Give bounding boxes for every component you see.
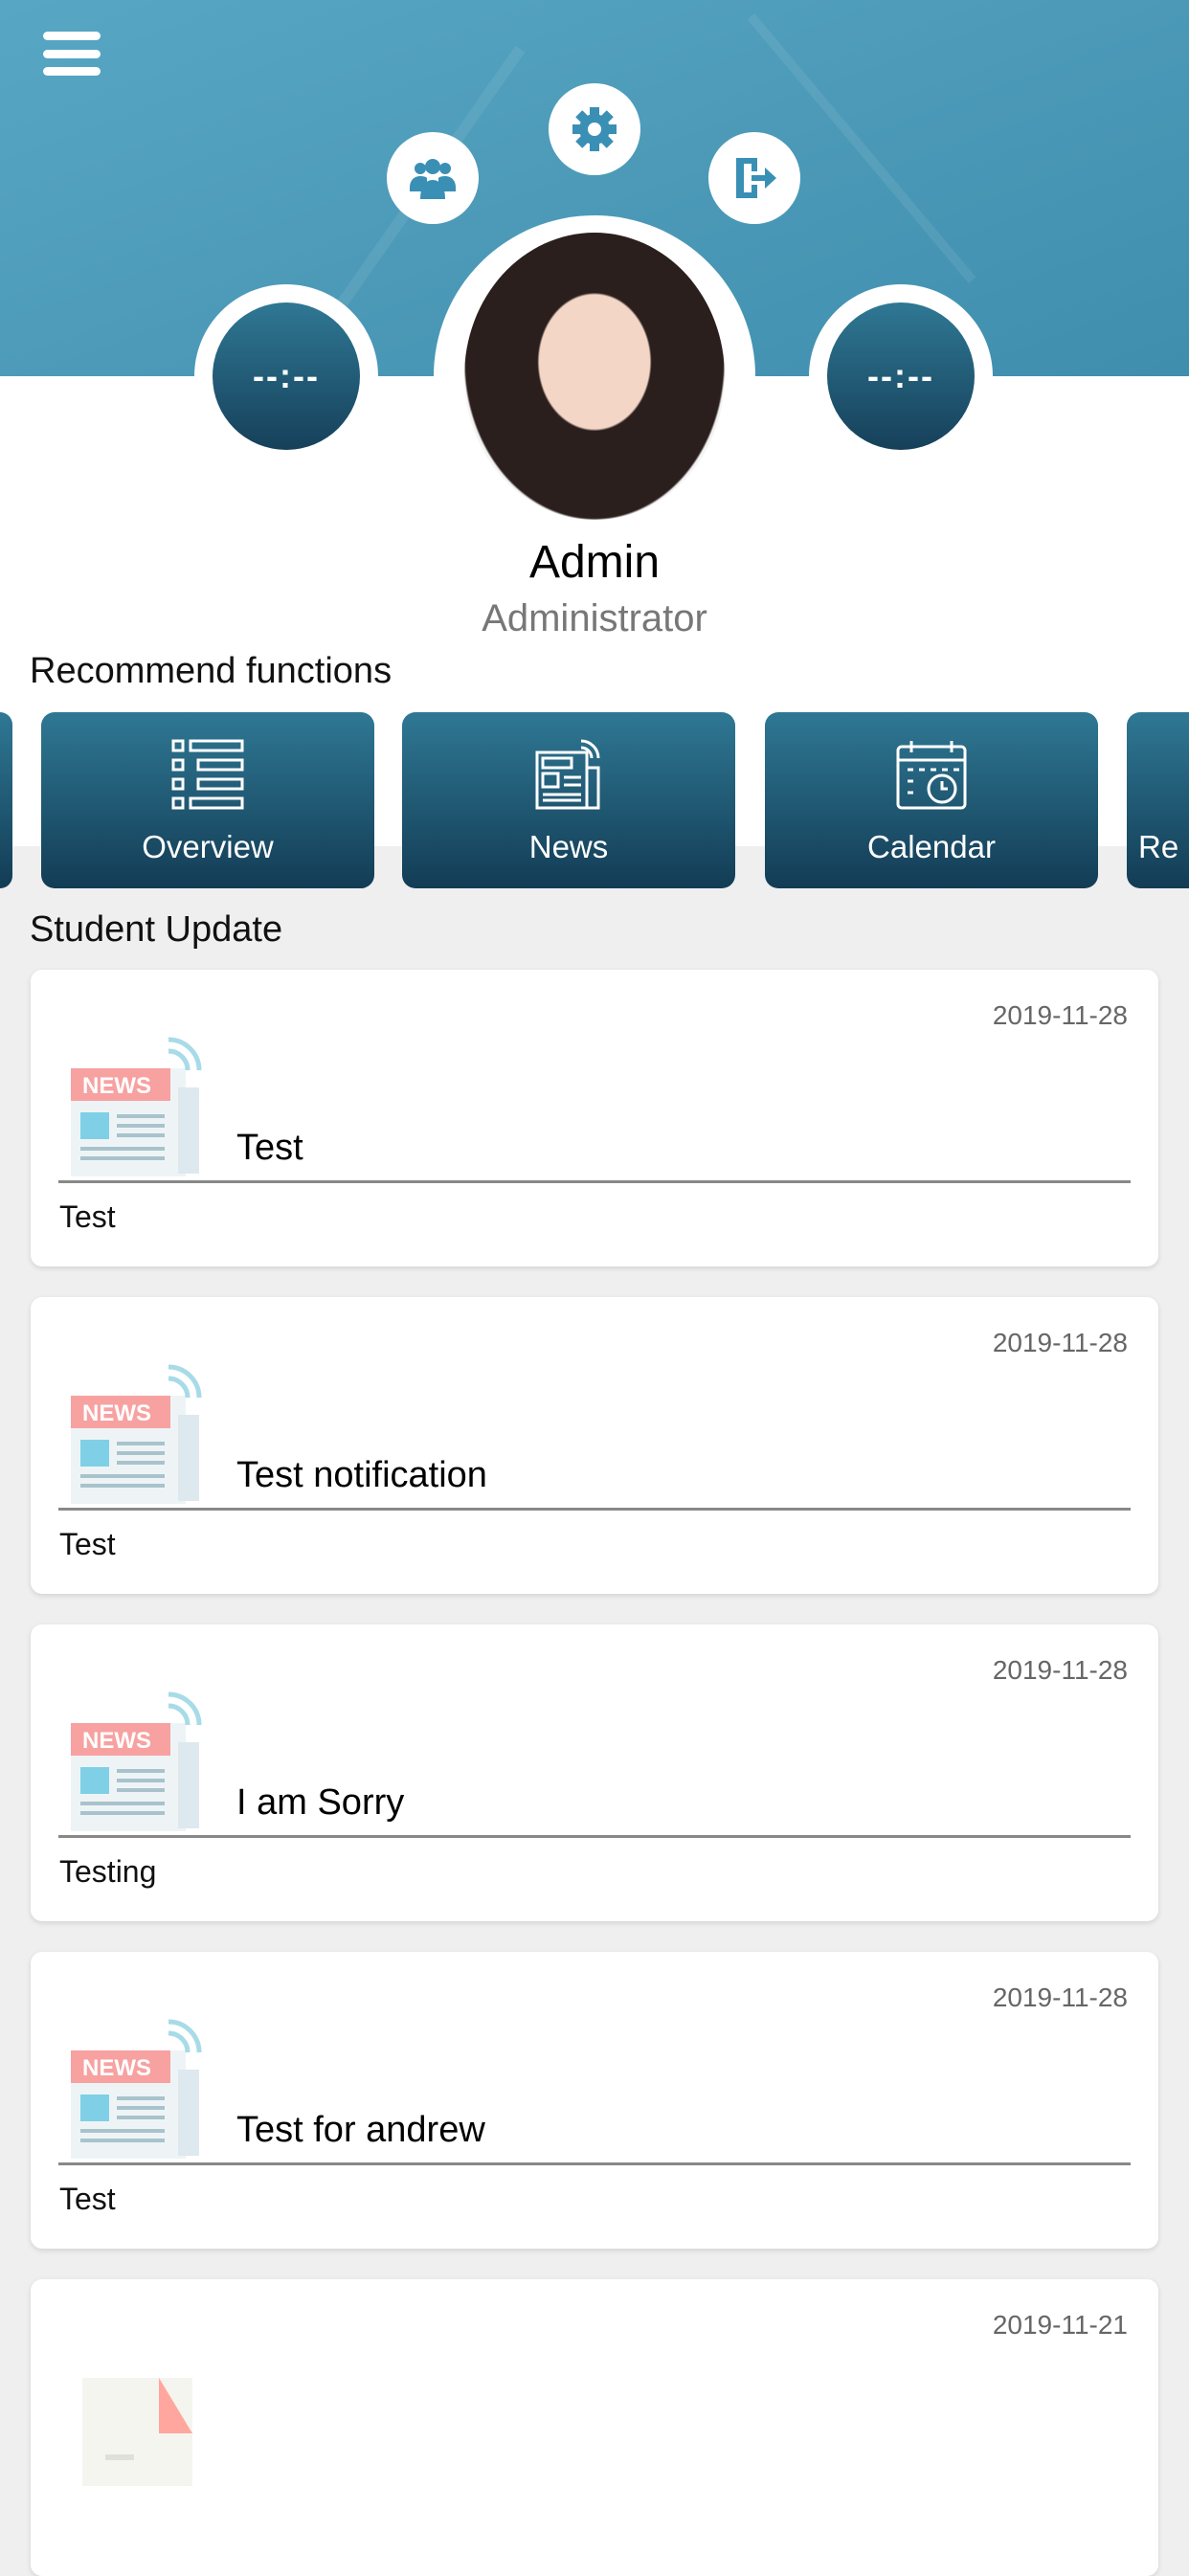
update-title: Test for andrew bbox=[236, 2110, 485, 2150]
student-update-title: Student Update bbox=[30, 909, 283, 950]
function-button-prev[interactable] bbox=[0, 712, 12, 888]
calendar-icon bbox=[896, 741, 967, 810]
news-icon: NEWS bbox=[61, 1357, 207, 1504]
update-body: Testing bbox=[59, 1854, 157, 1889]
function-overview[interactable]: Overview bbox=[41, 712, 374, 888]
recommend-title: Recommend functions bbox=[30, 651, 393, 691]
svg-text:NEWS: NEWS bbox=[82, 1728, 151, 1754]
function-label: Calendar bbox=[867, 829, 996, 864]
update-date: 2019-11-21 bbox=[992, 2310, 1128, 2340]
divider bbox=[58, 1508, 1131, 1511]
gear-icon bbox=[572, 107, 617, 151]
update-date: 2019-11-28 bbox=[992, 1655, 1128, 1685]
svg-text:NEWS: NEWS bbox=[82, 1400, 151, 1426]
avatar-photo bbox=[464, 233, 725, 520]
news-icon: NEWS bbox=[61, 1685, 207, 1831]
update-card[interactable]: 2019-11-28 NEWS Test Test bbox=[31, 970, 1158, 1266]
svg-text:NEWS: NEWS bbox=[82, 2055, 151, 2081]
update-card[interactable]: 2019-11-28 NEWS I am Sorry Testing bbox=[31, 1624, 1158, 1921]
update-date: 2019-11-28 bbox=[992, 1000, 1128, 1030]
news-icon: NEWS bbox=[61, 1030, 207, 1176]
left-time: --:-- bbox=[213, 302, 360, 450]
menu-button[interactable] bbox=[43, 32, 101, 76]
function-label: Re bbox=[1138, 829, 1179, 864]
document-icon bbox=[61, 2340, 207, 2486]
function-label: News bbox=[528, 829, 609, 864]
update-body: Test bbox=[59, 1527, 116, 1561]
left-time-widget: --:-- bbox=[194, 284, 378, 468]
function-next[interactable]: Re bbox=[1127, 712, 1189, 888]
update-card[interactable]: 2019-11-21 bbox=[31, 2279, 1158, 2576]
right-time: --:-- bbox=[827, 302, 975, 450]
divider bbox=[58, 2162, 1131, 2165]
divider bbox=[58, 1180, 1131, 1183]
news-icon: NEWS bbox=[61, 2012, 207, 2159]
right-time-widget: --:-- bbox=[809, 284, 993, 468]
list-icon bbox=[171, 739, 244, 810]
user-role: Administrator bbox=[482, 597, 707, 639]
user-name: Admin bbox=[528, 537, 661, 588]
update-title: Test bbox=[236, 1128, 303, 1168]
logout-button[interactable] bbox=[708, 132, 800, 224]
settings-button[interactable] bbox=[549, 83, 640, 175]
function-news[interactable]: News bbox=[402, 712, 735, 888]
users-icon bbox=[410, 159, 456, 199]
function-label: Overview bbox=[142, 829, 274, 864]
update-date: 2019-11-28 bbox=[992, 1328, 1128, 1357]
svg-text:NEWS: NEWS bbox=[82, 1073, 151, 1099]
update-body: Test bbox=[59, 1199, 116, 1234]
users-button[interactable] bbox=[387, 132, 479, 224]
divider bbox=[58, 1835, 1131, 1838]
update-title: Test notification bbox=[236, 1455, 487, 1495]
update-body: Test bbox=[59, 2182, 116, 2216]
newspaper-icon bbox=[535, 739, 600, 810]
avatar[interactable] bbox=[434, 215, 755, 537]
update-card[interactable]: 2019-11-28 NEWS Test for andrew Test bbox=[31, 1952, 1158, 2249]
update-date: 2019-11-28 bbox=[992, 1982, 1128, 2012]
update-title: I am Sorry bbox=[236, 1782, 405, 1823]
update-card[interactable]: 2019-11-28 NEWS Test notification Test bbox=[31, 1297, 1158, 1594]
function-calendar[interactable]: Calendar bbox=[765, 712, 1098, 888]
logout-icon bbox=[736, 158, 776, 198]
